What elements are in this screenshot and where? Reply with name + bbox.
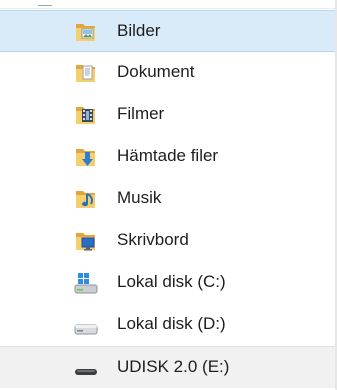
usb-drive-icon	[73, 355, 99, 381]
nav-item-label: Skrivbord	[117, 230, 189, 249]
nav-item-hamtade-filer[interactable]: Hämtade filer	[0, 136, 337, 178]
hard-drive-icon	[73, 312, 99, 338]
documents-folder-icon	[73, 60, 99, 86]
nav-item-lokal-disk-d[interactable]: Lokal disk (D:)	[0, 304, 337, 346]
downloads-folder-icon	[73, 144, 99, 170]
nav-item-label: Lokal disk (C:)	[117, 272, 226, 291]
music-folder-icon	[73, 186, 99, 212]
nav-item-label: Dokument	[117, 62, 195, 81]
nav-item-filmer[interactable]: Filmer	[0, 94, 337, 136]
nav-item-udisk-e[interactable]: UDISK 2.0 (E:)	[0, 346, 337, 388]
pictures-folder-icon	[73, 19, 99, 45]
nav-item-label: UDISK 2.0 (E:)	[117, 357, 230, 376]
nav-item-skrivbord[interactable]: Skrivbord	[0, 220, 337, 262]
group-header-frame	[0, 0, 337, 10]
nav-item-label: Bilder	[117, 21, 161, 40]
nav-list: Bilder Dokument Filmer Hämtade filer Mus…	[0, 10, 337, 388]
collapse-chevron-icon[interactable]	[38, 0, 52, 6]
nav-item-label: Hämtade filer	[117, 146, 219, 165]
nav-item-musik[interactable]: Musik	[0, 178, 337, 220]
nav-item-lokal-disk-c[interactable]: Lokal disk (C:)	[0, 262, 337, 304]
nav-item-label: Lokal disk (D:)	[117, 314, 226, 333]
desktop-folder-icon	[73, 228, 99, 254]
nav-item-label: Filmer	[117, 104, 165, 123]
videos-folder-icon	[73, 102, 99, 128]
nav-item-label: Musik	[117, 188, 162, 207]
group-header-divider	[0, 8, 337, 9]
nav-item-dokument[interactable]: Dokument	[0, 52, 337, 94]
nav-item-bilder[interactable]: Bilder	[0, 10, 337, 52]
navigation-pane: Bilder Dokument Filmer Hämtade filer Mus…	[0, 0, 337, 390]
system-drive-icon	[73, 270, 99, 296]
